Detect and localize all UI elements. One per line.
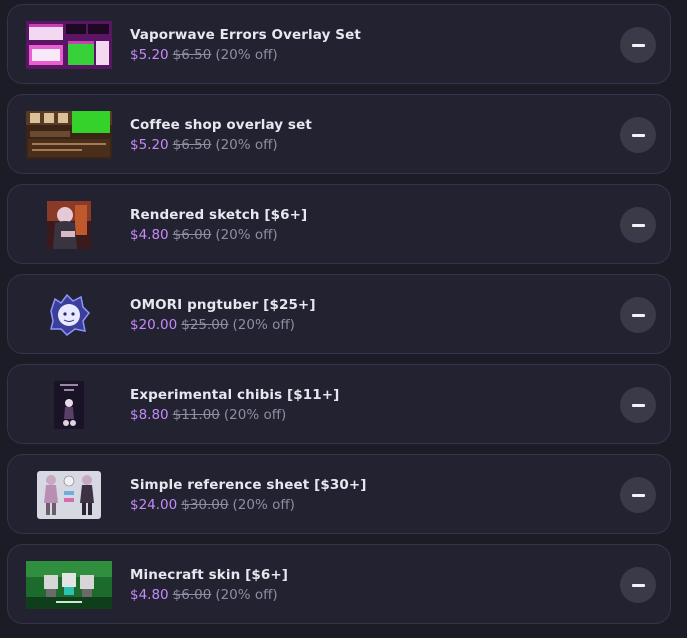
discount-label: (20% off) — [232, 497, 295, 513]
minus-icon — [631, 403, 645, 407]
experimental-chibis-thumbnail[interactable] — [26, 381, 112, 429]
original-price: $11.00 — [172, 407, 220, 423]
item-title[interactable]: Experimental chibis [$11+] — [130, 387, 339, 403]
cart-item-list: Vaporwave Errors Overlay Set $5.20 $6.50(… — [0, 0, 687, 638]
original-price: $6.00 — [172, 227, 212, 243]
item-title[interactable]: Minecraft skin [$6+] — [130, 567, 288, 583]
item-title[interactable]: OMORI pngtuber [$25+] — [130, 297, 316, 313]
omori-pngtuber-thumbnail[interactable] — [26, 291, 112, 339]
minus-icon — [631, 223, 645, 227]
sale-price: $24.00 — [130, 497, 178, 513]
item-price-line: $5.20 $6.50 (20% off) — [130, 137, 278, 153]
cart-item: Simple reference sheet [$30+] $24.00 $30.… — [7, 454, 671, 534]
item-price-line: $8.80 $11.00 (20% off) — [130, 407, 286, 423]
item-price-line: $4.80 $6.00 (20% off) — [130, 227, 278, 243]
minus-icon — [631, 43, 645, 47]
minus-icon — [631, 313, 645, 317]
cart-item: Coffee shop overlay set $5.20 $6.50 (20% o… — [7, 94, 671, 174]
cart-item: Minecraft skin [$6+] $4.80 $6.00 (20% off) — [7, 544, 671, 624]
discount-label: (20% off) — [215, 587, 278, 603]
item-title[interactable]: Rendered sketch [$6+] — [130, 207, 307, 223]
minus-icon — [631, 493, 645, 497]
sale-price: $20.00 — [130, 317, 178, 333]
original-price: $6.50 — [172, 137, 212, 153]
remove-item-button[interactable] — [620, 117, 656, 153]
original-price: $6.00 — [172, 587, 212, 603]
sale-price: $4.80 — [130, 587, 169, 603]
sale-price: $8.80 — [130, 407, 169, 423]
remove-item-button[interactable] — [620, 297, 656, 333]
cart-item: Experimental chibis [$11+] $8.80 $11.00 (2… — [7, 364, 671, 444]
minecraft-skin-thumbnail[interactable] — [26, 561, 112, 609]
remove-item-button[interactable] — [620, 387, 656, 423]
cart-item: OMORI pngtuber [$25+] $20.00 $25.00 (20% o… — [7, 274, 671, 354]
rendered-sketch-thumbnail[interactable] — [26, 201, 112, 249]
item-price-line: $24.00 $30.00 (20% off) — [130, 497, 295, 513]
remove-item-button[interactable] — [620, 567, 656, 603]
item-price-line: $4.80 $6.00 (20% off) — [130, 587, 278, 603]
sale-price: $4.80 — [130, 227, 169, 243]
original-price: $6.50 — [172, 47, 212, 63]
item-title[interactable]: Vaporwave Errors Overlay Set — [130, 27, 361, 43]
discount-label: (20% off) — [215, 137, 278, 153]
vaporwave-overlay-thumbnail[interactable] — [26, 21, 112, 69]
sale-price: $5.20 — [130, 137, 169, 153]
remove-item-button[interactable] — [620, 207, 656, 243]
original-price: $30.00 — [181, 497, 229, 513]
discount-label: (20% off) — [215, 47, 278, 63]
discount-label: (20% off) — [215, 227, 278, 243]
discount-label: (20% off) — [223, 407, 287, 423]
item-title[interactable]: Simple reference sheet [$30+] — [130, 477, 367, 493]
remove-item-button[interactable] — [620, 27, 656, 63]
coffee-shop-overlay-thumbnail[interactable] — [26, 111, 112, 159]
item-price-line: $20.00 $25.00 (20% off) — [130, 317, 295, 333]
reference-sheet-thumbnail[interactable] — [26, 471, 112, 519]
minus-icon — [631, 583, 645, 587]
item-title[interactable]: Coffee shop overlay set — [130, 117, 312, 133]
item-price-line: $5.20 $6.50 (20% off) — [130, 47, 278, 63]
minus-icon — [631, 133, 645, 137]
remove-item-button[interactable] — [620, 477, 656, 513]
cart-item: Rendered sketch [$6+] $4.80 $6.00 (20% off… — [7, 184, 671, 264]
sale-price: $5.20 — [130, 47, 169, 63]
original-price: $25.00 — [181, 317, 229, 333]
discount-label: (20% off) — [232, 317, 295, 333]
cart-item: Vaporwave Errors Overlay Set $5.20 $6.50(… — [7, 4, 671, 84]
